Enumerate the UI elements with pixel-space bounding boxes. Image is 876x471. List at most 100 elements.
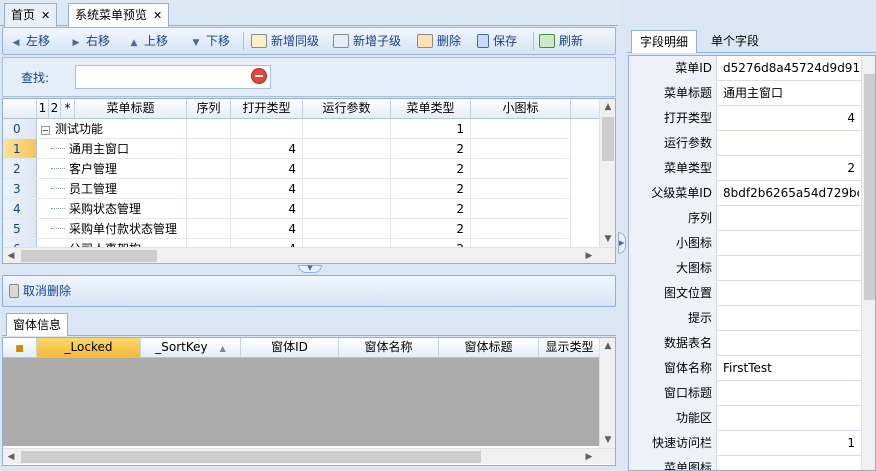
cell-run-params[interactable] — [303, 219, 391, 239]
scroll-thumb[interactable] — [602, 117, 614, 161]
property-value[interactable]: FirstTest — [719, 356, 859, 381]
vertical-splitter[interactable]: ▶ — [618, 0, 626, 471]
cell-small-icon[interactable] — [471, 139, 571, 159]
search-input[interactable] — [75, 65, 271, 89]
col-open-type[interactable]: 打开类型 — [231, 99, 303, 119]
property-row[interactable]: 快速访问栏 1 — [629, 431, 861, 456]
cell-open-type[interactable] — [231, 119, 303, 139]
table-row-title[interactable]: 采购状态管理 — [37, 199, 187, 219]
tab-menu-preview[interactable]: 系统菜单预览 ✕ — [68, 3, 170, 27]
grid-level-2-header[interactable]: 2 — [49, 99, 61, 119]
cell-small-icon[interactable] — [471, 199, 571, 219]
property-value[interactable]: 4 — [719, 106, 859, 131]
collapse-grip-icon[interactable]: ▶ — [618, 232, 626, 254]
tab-form-info[interactable]: 窗体信息 — [6, 313, 69, 336]
property-row[interactable]: 菜单图标 — [629, 456, 861, 470]
close-icon[interactable]: ✕ — [153, 9, 162, 22]
property-value[interactable] — [719, 456, 859, 470]
cell-sequence[interactable] — [187, 219, 231, 239]
property-value[interactable]: 8bdf2b6265a54d729be — [719, 181, 859, 206]
cell-menu-type[interactable]: 1 — [391, 119, 471, 139]
menu-grid-vscroll[interactable]: ▲ ▼ — [599, 99, 615, 247]
property-value[interactable]: 通用主窗口 — [719, 81, 859, 106]
horizontal-splitter[interactable]: ▼ — [2, 265, 616, 273]
cell-open-type[interactable]: 4 — [231, 219, 303, 239]
cell-open-type[interactable]: 4 — [231, 159, 303, 179]
delete-button[interactable]: 删除 — [417, 28, 461, 54]
property-row[interactable]: 菜单ID d5276d8a45724d9d910 — [629, 56, 861, 81]
cell-sequence[interactable] — [187, 139, 231, 159]
lock-column-header[interactable]: ■ — [3, 338, 37, 358]
row-header[interactable]: 5 — [3, 219, 37, 239]
col-locked[interactable]: _Locked — [37, 338, 141, 358]
col-form-id[interactable]: 窗体ID — [241, 338, 339, 358]
cell-small-icon[interactable] — [471, 219, 571, 239]
cell-open-type[interactable]: 4 — [231, 179, 303, 199]
scroll-up-icon[interactable]: ▲ — [600, 338, 615, 354]
col-form-name[interactable]: 窗体名称 — [339, 338, 439, 358]
property-row[interactable]: 大图标 — [629, 256, 861, 281]
cell-run-params[interactable] — [303, 199, 391, 219]
cell-menu-type[interactable]: 2 — [391, 199, 471, 219]
cell-open-type[interactable]: 4 — [231, 139, 303, 159]
col-sortkey[interactable]: _SortKey ▲ — [141, 338, 241, 358]
form-grid-hscroll[interactable]: ◀ ▶ — [3, 448, 615, 464]
property-value[interactable] — [719, 306, 859, 331]
property-row[interactable]: 父级菜单ID 8bdf2b6265a54d729be — [629, 181, 861, 206]
cell-sequence[interactable] — [187, 159, 231, 179]
grid-level-1-header[interactable]: 1 — [37, 99, 49, 119]
property-row[interactable]: 序列 — [629, 206, 861, 231]
property-row[interactable]: 窗体名称 FirstTest — [629, 356, 861, 381]
property-row[interactable]: 窗口标题 — [629, 381, 861, 406]
scroll-thumb[interactable] — [864, 74, 875, 300]
move-right-button[interactable]: ▶ 右移 — [69, 28, 110, 54]
scroll-right-icon[interactable]: ▶ — [581, 449, 597, 465]
property-value[interactable] — [719, 256, 859, 281]
cell-sequence[interactable] — [187, 179, 231, 199]
refresh-button[interactable]: 刷新 — [539, 28, 583, 54]
col-display-type[interactable]: 显示类型 — [539, 338, 601, 358]
add-sibling-button[interactable]: 新增同级 — [251, 28, 319, 54]
row-header[interactable]: 3 — [3, 179, 37, 199]
row-header[interactable]: 4 — [3, 199, 37, 219]
property-row[interactable]: 运行参数 — [629, 131, 861, 156]
property-row[interactable]: 菜单类型 2 — [629, 156, 861, 181]
cell-run-params[interactable] — [303, 139, 391, 159]
scroll-thumb[interactable] — [21, 451, 481, 463]
tree-collapse-icon[interactable]: − — [41, 126, 50, 135]
property-value[interactable]: 1 — [719, 431, 859, 456]
tab-single-field[interactable]: 单个字段 — [703, 30, 767, 53]
collapse-grip-icon[interactable]: ▼ — [298, 265, 322, 273]
col-small-icon[interactable]: 小图标 — [471, 99, 571, 119]
scroll-down-icon[interactable]: ▼ — [600, 231, 615, 247]
cell-run-params[interactable] — [303, 119, 391, 139]
row-header[interactable]: 1 — [3, 139, 37, 159]
scroll-thumb[interactable] — [21, 250, 157, 262]
property-value[interactable] — [719, 406, 859, 431]
scroll-left-icon[interactable]: ◀ — [3, 248, 19, 263]
menu-grid-hscroll[interactable]: ◀ ▶ — [3, 247, 615, 263]
save-button[interactable]: 保存 — [477, 28, 517, 54]
col-sequence[interactable]: 序列 — [187, 99, 231, 119]
clear-search-icon[interactable] — [251, 68, 267, 84]
cell-menu-type[interactable]: 2 — [391, 139, 471, 159]
table-row-title[interactable]: 通用主窗口 — [37, 139, 187, 159]
property-row[interactable]: 功能区 — [629, 406, 861, 431]
property-row[interactable]: 小图标 — [629, 231, 861, 256]
property-value[interactable] — [719, 331, 859, 356]
cell-small-icon[interactable] — [471, 119, 571, 139]
close-icon[interactable]: ✕ — [41, 9, 50, 22]
row-header[interactable]: 2 — [3, 159, 37, 179]
property-value[interactable] — [719, 206, 859, 231]
tab-field-detail[interactable]: 字段明细 — [631, 30, 698, 53]
property-row[interactable]: 图文位置 — [629, 281, 861, 306]
property-value[interactable] — [719, 281, 859, 306]
grid-level-all-header[interactable]: * — [61, 99, 75, 119]
cell-small-icon[interactable] — [471, 159, 571, 179]
move-up-button[interactable]: ▲ 上移 — [127, 28, 168, 54]
cell-small-icon[interactable] — [471, 179, 571, 199]
cell-run-params[interactable] — [303, 179, 391, 199]
cancel-delete-button[interactable]: 取消删除 — [9, 278, 71, 304]
property-value[interactable] — [719, 381, 859, 406]
property-grid-vscroll[interactable] — [861, 56, 875, 470]
